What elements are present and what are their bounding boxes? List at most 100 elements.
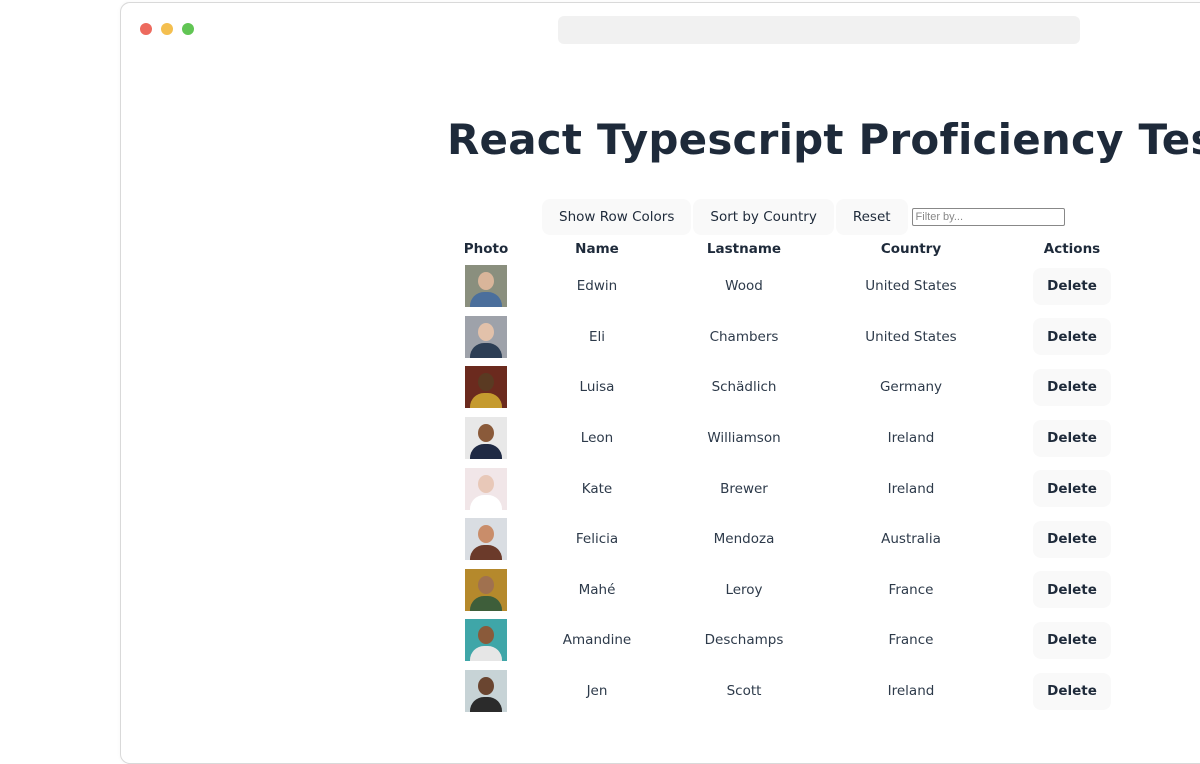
actions-cell: Delete: [1002, 666, 1142, 717]
lastname-cell: Scott: [726, 683, 762, 700]
actions-cell: Delete: [1002, 261, 1142, 312]
actions-cell: Delete: [1002, 312, 1142, 363]
avatar-head: [478, 575, 494, 594]
country-cell: Australia: [881, 531, 941, 548]
toolbar: Show Row Colors Sort by Country Reset: [542, 199, 1065, 235]
photo-cell: [446, 565, 526, 616]
minimize-window-dot[interactable]: [161, 23, 173, 35]
delete-button[interactable]: Delete: [1033, 419, 1111, 457]
window-controls: [140, 23, 194, 35]
avatar: [465, 619, 507, 662]
country-cell: France: [888, 581, 934, 598]
actions-cell: Delete: [1002, 362, 1142, 413]
avatar-head: [478, 626, 494, 645]
table-row: Felicia Mendoza Australia Delete: [446, 514, 1142, 565]
avatar-body: [470, 595, 502, 611]
header-actions: Actions: [1043, 241, 1101, 257]
name-cell: Leon: [580, 430, 614, 447]
delete-button[interactable]: Delete: [1033, 318, 1111, 356]
actions-cell: Delete: [1002, 463, 1142, 514]
avatar: [465, 315, 507, 358]
country-cell: France: [888, 632, 934, 649]
table-row: Amandine Deschamps France Delete: [446, 615, 1142, 666]
table-row: Edwin Wood United States Delete: [446, 261, 1142, 312]
close-window-dot[interactable]: [140, 23, 152, 35]
table-row: Kate Brewer Ireland Delete: [446, 463, 1142, 514]
show-row-colors-button[interactable]: Show Row Colors: [542, 199, 692, 235]
header-lastname: Lastname: [706, 241, 782, 257]
avatar: [465, 265, 507, 308]
photo-cell: [446, 413, 526, 464]
delete-button[interactable]: Delete: [1033, 571, 1111, 609]
delete-button[interactable]: Delete: [1033, 672, 1111, 710]
maximize-window-dot[interactable]: [182, 23, 194, 35]
name-cell: Amandine: [562, 632, 632, 649]
country-cell: Ireland: [887, 480, 935, 497]
delete-button[interactable]: Delete: [1033, 368, 1111, 406]
name-cell: Eli: [588, 328, 606, 345]
table-header-row: Photo Name Lastname Country Actions: [446, 237, 1142, 261]
avatar-head: [478, 322, 494, 341]
name-cell: Luisa: [579, 379, 615, 396]
country-cell: United States: [865, 278, 957, 295]
photo-cell: [446, 666, 526, 717]
name-cell: Felicia: [575, 531, 619, 548]
avatar: [465, 366, 507, 409]
photo-cell: [446, 615, 526, 666]
table-row: Jen Scott Ireland Delete: [446, 666, 1142, 717]
reset-button[interactable]: Reset: [835, 199, 908, 235]
photo-cell: [446, 514, 526, 565]
avatar-body: [470, 646, 502, 662]
avatar-body: [470, 444, 502, 460]
lastname-cell: Leroy: [725, 581, 763, 598]
actions-cell: Delete: [1002, 615, 1142, 666]
table-row: Eli Chambers United States Delete: [446, 312, 1142, 363]
sort-by-country-button[interactable]: Sort by Country: [693, 199, 834, 235]
country-cell: Ireland: [887, 430, 935, 447]
avatar-head: [478, 272, 494, 291]
actions-cell: Delete: [1002, 565, 1142, 616]
avatar-head: [478, 424, 494, 443]
photo-cell: [446, 362, 526, 413]
lastname-cell: Brewer: [720, 480, 768, 497]
header-country: Country: [880, 241, 942, 257]
photo-cell: [446, 463, 526, 514]
avatar: [465, 467, 507, 510]
name-cell: Kate: [581, 480, 613, 497]
address-bar[interactable]: [558, 16, 1080, 44]
table-row: Leon Williamson Ireland Delete: [446, 413, 1142, 464]
avatar-body: [470, 342, 502, 358]
avatar-body: [470, 494, 502, 510]
users-table: Photo Name Lastname Country Actions Edwi…: [446, 237, 1142, 716]
avatar: [465, 417, 507, 460]
country-cell: Germany: [879, 379, 943, 396]
lastname-cell: Chambers: [709, 328, 779, 345]
lastname-cell: Williamson: [707, 430, 781, 447]
avatar-head: [478, 677, 494, 696]
avatar-head: [478, 474, 494, 493]
delete-button[interactable]: Delete: [1033, 621, 1111, 659]
lastname-cell: Schädlich: [711, 379, 777, 396]
lastname-cell: Deschamps: [704, 632, 784, 649]
name-cell: Mahé: [578, 581, 616, 598]
avatar: [465, 518, 507, 561]
lastname-cell: Wood: [725, 278, 763, 295]
delete-button[interactable]: Delete: [1033, 267, 1111, 305]
avatar: [465, 670, 507, 713]
country-cell: Ireland: [887, 683, 935, 700]
avatar-body: [470, 697, 502, 713]
delete-button[interactable]: Delete: [1033, 470, 1111, 508]
avatar-body: [470, 393, 502, 409]
photo-cell: [446, 261, 526, 312]
actions-cell: Delete: [1002, 413, 1142, 464]
avatar-body: [470, 292, 502, 308]
delete-button[interactable]: Delete: [1033, 520, 1111, 558]
name-cell: Jen: [586, 683, 608, 700]
filter-input[interactable]: [911, 208, 1065, 226]
page-title: React Typescript Proficiency Test: [447, 115, 1200, 164]
avatar-body: [470, 545, 502, 561]
header-photo: Photo: [463, 241, 509, 257]
lastname-cell: Mendoza: [713, 531, 775, 548]
actions-cell: Delete: [1002, 514, 1142, 565]
avatar: [465, 568, 507, 611]
